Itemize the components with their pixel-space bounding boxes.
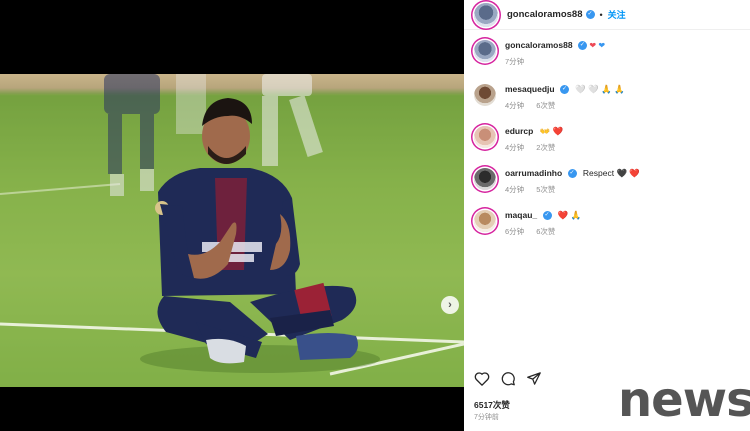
caption-time: 7分钟 xyxy=(505,57,525,66)
comment-meta: 4分钟 6次赞 xyxy=(505,100,625,111)
heart-icon[interactable] xyxy=(474,371,490,386)
comment-username[interactable]: maqau_ xyxy=(505,210,537,220)
comment-text: 👐 ❤️ xyxy=(539,126,564,136)
caption-meta: 7分钟 xyxy=(505,56,605,67)
comment-text: 🤍 🤍 🙏 🙏 xyxy=(575,84,625,94)
comment-likes[interactable]: 6次赞 xyxy=(536,101,555,110)
comment-row: maqau_ ✓ ❤️ 🙏 6分钟 6次赞 xyxy=(474,210,581,237)
comment-line: maqau_ ✓ ❤️ 🙏 xyxy=(505,210,581,221)
author-username[interactable]: goncaloramos88 xyxy=(507,9,583,20)
heart-emoji: ❤ xyxy=(598,41,606,50)
comment-text: Respect 🖤 ❤️ xyxy=(582,168,640,178)
comment-row: mesaquedju ✓ 🤍 🤍 🙏 🙏 4分钟 6次赞 xyxy=(474,84,625,111)
comment-time: 4分钟 xyxy=(505,101,525,110)
verified-icon: ✓ xyxy=(542,211,552,221)
comment-meta: 4分钟 5次赞 xyxy=(505,184,640,195)
author-avatar[interactable] xyxy=(474,40,496,62)
comment-time: 4分钟 xyxy=(505,185,525,194)
caption-row: goncaloramos88 ✓ ❤ ❤ 7分钟 xyxy=(474,40,605,67)
commenter-avatar[interactable] xyxy=(474,168,496,190)
comment-likes[interactable]: 2次赞 xyxy=(536,143,555,152)
comment-meta: 4分钟 2次赞 xyxy=(505,142,565,153)
follow-button[interactable]: 关注 xyxy=(608,8,626,21)
caption-username[interactable]: goncaloramos88 xyxy=(505,40,573,50)
header-separator: • xyxy=(599,9,603,20)
comment-text: ❤️ 🙏 xyxy=(557,210,582,220)
comment-username[interactable]: oarrumadinho xyxy=(505,168,562,178)
comment-row: oarrumadinho ✓ Respect 🖤 ❤️ 4分钟 5次赞 xyxy=(474,168,640,195)
comment-likes[interactable]: 6次赞 xyxy=(536,227,555,236)
news-watermark: news xyxy=(618,372,750,428)
commenter-avatar[interactable] xyxy=(474,210,496,232)
photo-illustration xyxy=(0,74,464,387)
comment-icon[interactable] xyxy=(500,371,516,386)
comment-line: oarrumadinho ✓ Respect 🖤 ❤️ xyxy=(505,168,640,179)
post-side-panel: goncaloramos88 ✓ • 关注 goncaloramos88 ✓ ❤… xyxy=(464,0,750,431)
comment-likes[interactable]: 5次赞 xyxy=(536,185,555,194)
heart-emoji: ❤ xyxy=(589,41,597,50)
verified-icon: ✓ xyxy=(577,41,587,51)
caption-line: goncaloramos88 ✓ ❤ ❤ xyxy=(505,40,605,51)
commenter-avatar[interactable] xyxy=(474,126,496,148)
comment-line: edurcp 👐 ❤️ xyxy=(505,126,565,137)
post-actions xyxy=(474,371,542,386)
media-pane: › xyxy=(0,0,464,431)
comment-line: mesaquedju ✓ 🤍 🤍 🙏 🙏 xyxy=(505,84,625,95)
like-count[interactable]: 6517次赞 xyxy=(474,399,510,411)
post-header: goncaloramos88 ✓ • 关注 xyxy=(464,0,750,30)
verified-icon: ✓ xyxy=(559,85,569,95)
comment-meta: 6分钟 6次赞 xyxy=(505,226,581,237)
comment-username[interactable]: edurcp xyxy=(505,126,533,136)
post-timestamp: 7分钟前 xyxy=(474,414,499,421)
comment-time: 4分钟 xyxy=(505,143,525,152)
comment-row: edurcp 👐 ❤️ 4分钟 2次赞 xyxy=(474,126,565,153)
comment-username[interactable]: mesaquedju xyxy=(505,84,555,94)
post-photo[interactable]: › xyxy=(0,74,464,387)
author-avatar[interactable] xyxy=(474,2,498,27)
next-photo-button[interactable]: › xyxy=(441,296,459,314)
comment-time: 6分钟 xyxy=(505,227,525,236)
commenter-avatar[interactable] xyxy=(474,84,496,106)
verified-icon: ✓ xyxy=(567,169,577,179)
verified-icon: ✓ xyxy=(585,10,595,19)
chevron-right-icon: › xyxy=(448,299,452,311)
share-icon[interactable] xyxy=(526,371,542,386)
